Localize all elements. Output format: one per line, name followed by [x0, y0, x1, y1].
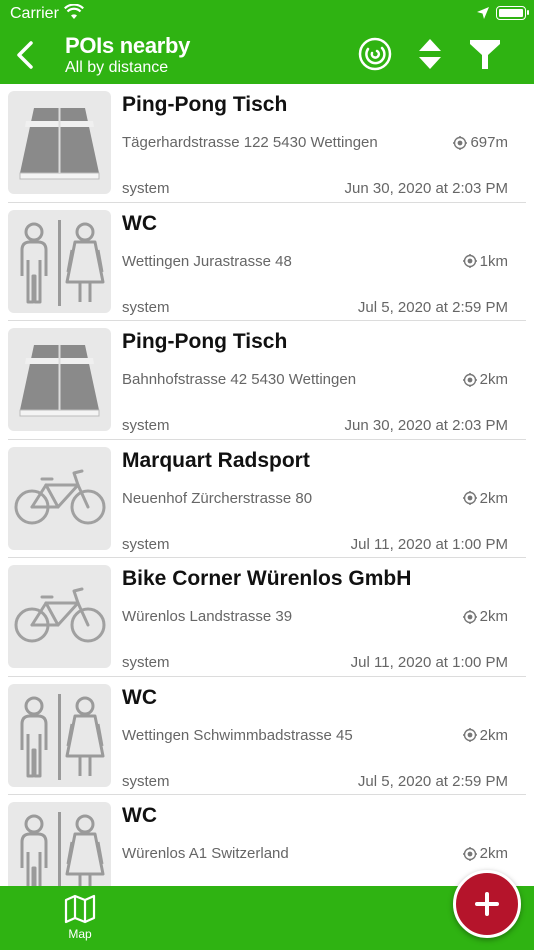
poi-list-item[interactable]: Marquart Radsport Neuenhof Zürcherstrasse… — [0, 440, 534, 558]
filter-icon — [470, 40, 500, 69]
poi-distance: 1km — [462, 252, 508, 270]
poi-address: Tägerhardstrasse 122 5430 Wettingen — [122, 134, 378, 151]
poi-author: system — [122, 654, 170, 671]
ping-pong-table-icon — [8, 91, 111, 194]
poi-list-item[interactable]: Ping-Pong Tisch Tägerhardstrasse 122 5430… — [0, 84, 534, 203]
poi-date: Jun 30, 2020 at 2:03 PM — [344, 417, 508, 434]
bicycle-icon — [8, 446, 111, 550]
location-pin-icon — [462, 609, 477, 624]
poi-list-item[interactable]: WC Wettingen Schwimmbadstrasse 45 2km syste… — [0, 677, 534, 795]
poi-list-item[interactable]: WC Wettingen Jurastrasse 48 1km system Jul 5… — [0, 203, 534, 321]
location-pin-icon — [462, 846, 477, 861]
poi-name: Ping-Pong Tisch — [122, 93, 288, 116]
location-pin-icon — [462, 491, 477, 505]
page-subtitle: All by distance — [65, 59, 169, 76]
poi-distance-value: 2km — [479, 371, 508, 388]
poi-distance-value: 697m — [470, 134, 508, 151]
poi-list-item[interactable]: Ping-Pong Tisch Bahnhofstrasse 42 5430 We… — [0, 321, 534, 440]
location-pin-icon — [462, 254, 477, 268]
poi-name: Bike Corner Würenlos GmbH — [122, 567, 412, 590]
poi-address: Neuenhof Zürcherstrasse 80 — [122, 489, 313, 507]
plus-icon — [475, 892, 499, 916]
poi-distance-value: 2km — [479, 845, 508, 862]
bicycle-icon — [8, 565, 111, 668]
map-icon — [64, 894, 96, 924]
wc-icon — [8, 209, 111, 313]
chevron-left-icon — [17, 41, 33, 69]
poi-distance: 2km — [462, 726, 508, 744]
poi-date: Jun 30, 2020 at 2:03 PM — [344, 180, 508, 197]
wc-icon — [8, 683, 111, 787]
sort-button[interactable] — [412, 36, 448, 72]
location-pin-icon — [453, 135, 468, 150]
poi-author: system — [122, 417, 170, 434]
sort-icon — [419, 39, 441, 69]
poi-author: system — [122, 298, 170, 316]
poi-list-item[interactable]: WC Würenlos A1 Switzerland 2km — [0, 795, 534, 886]
poi-distance-value: 1km — [479, 252, 508, 270]
poi-author: system — [122, 772, 170, 790]
poi-author: system — [122, 180, 170, 197]
poi-name: Marquart Radsport — [122, 448, 310, 472]
battery-icon — [496, 6, 529, 20]
poi-address: Wettingen Jurastrasse 48 — [122, 252, 292, 270]
poi-distance: 697m — [453, 134, 508, 151]
wc-icon — [8, 802, 111, 886]
tab-map[interactable]: Map — [50, 894, 110, 946]
status-bar: Carrier — [0, 0, 534, 28]
poi-distance: 2km — [462, 845, 508, 862]
poi-date: Jul 11, 2020 at 1:00 PM — [350, 654, 508, 671]
poi-distance-value: 2km — [479, 726, 508, 744]
location-pin-icon — [462, 372, 477, 387]
poi-distance: 2km — [462, 489, 508, 507]
poi-list[interactable]: Ping-Pong Tisch Tägerhardstrasse 122 5430… — [0, 84, 534, 886]
poi-name: Ping-Pong Tisch — [122, 330, 288, 353]
poi-date: Jul 5, 2020 at 2:59 PM — [357, 298, 508, 316]
poi-author: system — [122, 535, 170, 553]
add-poi-button[interactable] — [453, 870, 521, 938]
radar-button[interactable] — [357, 36, 393, 72]
location-pin-icon — [462, 728, 477, 742]
tab-map-label: Map — [68, 927, 92, 941]
poi-address: Würenlos Landstrasse 39 — [122, 608, 293, 625]
ping-pong-table-icon — [8, 328, 111, 431]
location-arrow-icon — [476, 6, 490, 25]
poi-date: Jul 11, 2020 at 1:00 PM — [350, 535, 508, 553]
poi-distance: 2km — [462, 371, 508, 388]
wifi-icon — [64, 3, 84, 25]
filter-button[interactable] — [467, 36, 503, 72]
radar-icon — [358, 37, 392, 71]
poi-distance: 2km — [462, 608, 508, 625]
poi-name: WC — [122, 685, 157, 709]
poi-distance-value: 2km — [479, 489, 508, 507]
poi-address: Bahnhofstrasse 42 5430 Wettingen — [122, 371, 357, 388]
carrier-label: Carrier — [10, 5, 59, 22]
navigation-bar: POIs nearby All by distance — [0, 28, 534, 84]
page-title: POIs nearby — [65, 33, 191, 58]
poi-name: WC — [122, 804, 157, 827]
poi-name: WC — [122, 211, 157, 235]
poi-address: Wettingen Schwimmbadstrasse 45 — [122, 726, 353, 744]
poi-address: Würenlos A1 Switzerland — [122, 845, 289, 862]
poi-date: Jul 5, 2020 at 2:59 PM — [357, 772, 508, 790]
poi-list-item[interactable]: Bike Corner Würenlos GmbH Würenlos Landst… — [0, 558, 534, 677]
poi-distance-value: 2km — [479, 608, 508, 625]
back-button[interactable] — [12, 38, 40, 72]
